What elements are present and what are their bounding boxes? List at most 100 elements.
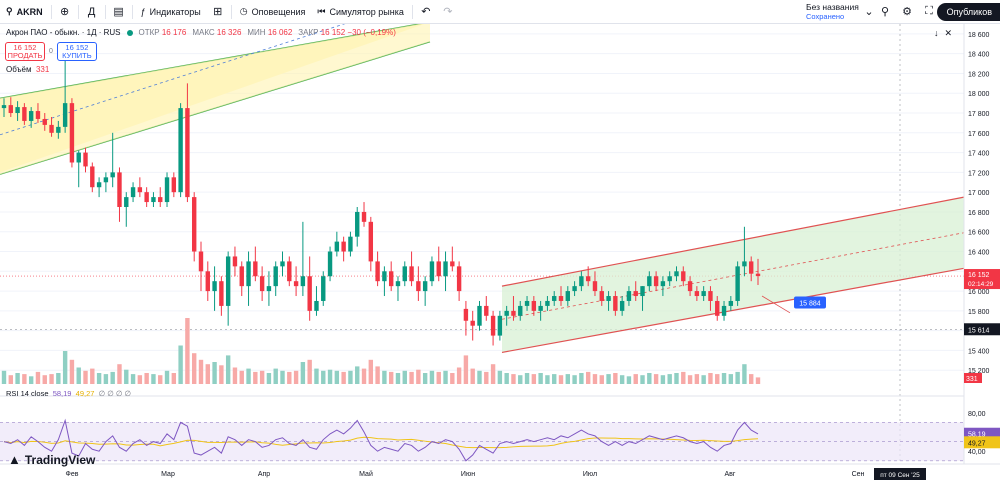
price-tick-label: 17 000 bbox=[968, 190, 990, 197]
interval-button[interactable]: Д bbox=[81, 0, 103, 24]
candle-body bbox=[681, 271, 686, 282]
close-icon[interactable]: ✕ bbox=[945, 28, 953, 39]
low-label: МИН bbox=[247, 28, 266, 37]
volume-bar bbox=[158, 375, 163, 384]
candle-body bbox=[76, 152, 81, 163]
candle-body bbox=[416, 281, 421, 292]
arrow-down-icon[interactable]: ↓ bbox=[934, 28, 939, 39]
candle-body bbox=[280, 261, 285, 267]
candle-body bbox=[56, 126, 61, 133]
volume-bar bbox=[565, 374, 571, 384]
candle-body bbox=[565, 291, 571, 301]
candle-body bbox=[219, 281, 224, 306]
candle-body bbox=[225, 256, 231, 306]
volume-bar bbox=[599, 375, 604, 384]
alarm-icon: ◷ bbox=[239, 6, 248, 16]
candle-body bbox=[395, 281, 401, 287]
tv-logo-icon: ▲ bbox=[8, 452, 21, 467]
symbol-label: AKRN bbox=[16, 6, 43, 17]
rsi-legend: RSI 14 close 58,19 49,27 ∅ ∅ ∅ ∅ bbox=[6, 389, 131, 398]
volume-bar bbox=[368, 359, 374, 384]
price-chart[interactable]: 18 600 18 400 18 200 18 000 17 800 17 600 17 4… bbox=[0, 24, 1000, 480]
quick-search-button[interactable]: ⚲ bbox=[874, 0, 896, 24]
candle-body bbox=[205, 271, 210, 292]
publish-button[interactable]: Опубликов bbox=[936, 3, 1000, 21]
volume-bar bbox=[429, 370, 435, 384]
price-tick-label: 18 400 bbox=[968, 52, 990, 59]
volume-bar bbox=[436, 371, 441, 384]
candle-body bbox=[8, 105, 13, 114]
volume-bar bbox=[382, 370, 387, 384]
volume-bar bbox=[749, 374, 754, 384]
volume-bar bbox=[355, 366, 360, 384]
price-tick-label: 18 200 bbox=[968, 71, 990, 78]
low-value: 16 062 bbox=[267, 28, 293, 37]
gear-icon: ⚙ bbox=[902, 6, 912, 18]
fullscreen-icon: ⛶ bbox=[925, 5, 933, 17]
chart-type-button[interactable]: ▤ bbox=[108, 0, 130, 24]
chevron-down-icon: ⌄ bbox=[864, 6, 874, 18]
volume-bar bbox=[592, 374, 598, 384]
volume-bar bbox=[545, 375, 550, 384]
volume-bar bbox=[715, 374, 720, 384]
buy-button[interactable]: 16 152 КУПИТЬ bbox=[56, 42, 97, 61]
candle-body bbox=[191, 197, 197, 252]
candle-body bbox=[327, 251, 333, 277]
volume-bar bbox=[300, 362, 306, 384]
candle-body bbox=[198, 251, 204, 272]
candle-body bbox=[185, 108, 190, 198]
candle-body bbox=[69, 103, 75, 163]
volume-bar bbox=[90, 368, 95, 384]
undo-button[interactable]: ↶ bbox=[415, 0, 437, 24]
price-tick-label: 16 600 bbox=[968, 230, 990, 237]
candle-body bbox=[232, 256, 238, 267]
price-tick-label: 17 200 bbox=[968, 170, 990, 177]
volume-bar bbox=[191, 353, 197, 384]
candle-body bbox=[253, 261, 258, 277]
volume-bar bbox=[137, 375, 143, 384]
volume-bar bbox=[361, 368, 367, 384]
volume-bar bbox=[83, 370, 88, 384]
volume-bar bbox=[443, 370, 448, 384]
candle-body bbox=[572, 286, 577, 292]
symbol-search[interactable]: ⚲ AKRN bbox=[0, 0, 49, 24]
candle-body bbox=[212, 281, 217, 292]
close-label: ЗАКР bbox=[298, 28, 319, 37]
volume-bar bbox=[388, 371, 394, 384]
volume-bar bbox=[742, 364, 747, 384]
volume-bar bbox=[409, 371, 414, 384]
add-symbol-button[interactable]: ⊕ bbox=[54, 0, 76, 24]
volume-bar bbox=[225, 355, 231, 384]
candle-body bbox=[137, 187, 143, 193]
candle-body bbox=[701, 291, 706, 297]
undo-icon: ↶ bbox=[421, 6, 431, 18]
volume-bar bbox=[178, 345, 183, 384]
volume-bar bbox=[164, 370, 170, 384]
sell-button[interactable]: 16 152 ПРОДАТЬ bbox=[5, 42, 45, 61]
candle-body bbox=[341, 241, 346, 252]
volume-bar bbox=[321, 370, 326, 384]
volume-bar bbox=[674, 373, 679, 384]
replay-button[interactable]: ⏮ Симулятор рынка bbox=[311, 0, 409, 24]
candle-body bbox=[463, 308, 469, 321]
chart-pane-controls: ↓ ✕ bbox=[934, 28, 952, 39]
candle-body bbox=[293, 281, 299, 287]
price-tick-label: 17 400 bbox=[968, 151, 990, 158]
time-tick-label: Сен bbox=[852, 471, 865, 478]
candle-body bbox=[429, 261, 435, 282]
price-tick-label: 17 800 bbox=[968, 111, 990, 118]
candle-body bbox=[450, 261, 455, 267]
volume-bar bbox=[151, 374, 156, 384]
redo-button[interactable]: ↷ bbox=[437, 0, 459, 24]
candle-body bbox=[361, 211, 367, 222]
search-icon: ⚲ bbox=[6, 6, 13, 16]
open-label: ОТКР bbox=[138, 28, 160, 37]
time-tick-label: Авг bbox=[725, 471, 736, 478]
indicators-button[interactable]: ƒ Индикаторы bbox=[135, 0, 207, 24]
volume-bar bbox=[280, 370, 285, 384]
alerts-button[interactable]: ◷ Оповещения bbox=[234, 0, 312, 24]
candle-body bbox=[266, 286, 272, 292]
templates-button[interactable]: ⊞ bbox=[207, 0, 229, 24]
volume-bar bbox=[687, 375, 693, 384]
settings-button[interactable]: ⚙ bbox=[896, 0, 918, 24]
